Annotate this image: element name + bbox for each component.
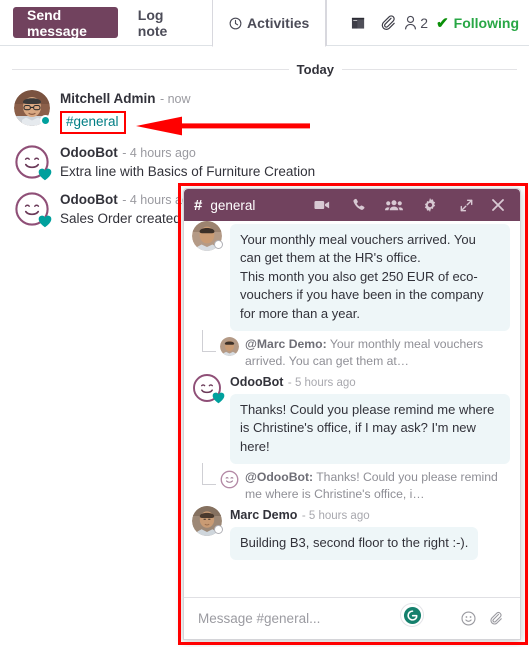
emoji-smiley-icon[interactable]: [454, 611, 482, 626]
check-icon: ✔: [436, 15, 449, 32]
settings-gear-icon[interactable]: [412, 189, 448, 221]
message-bubble: Your monthly meal vouchers arrived. You …: [230, 224, 510, 332]
followers-count[interactable]: 2: [403, 15, 428, 31]
quote-connector: [196, 330, 220, 370]
chat-message: Your monthly meal vouchers arrived. You …: [192, 221, 510, 333]
followers-count-label: 2: [420, 15, 429, 31]
video-camera-icon[interactable]: [304, 189, 340, 221]
message-header: OdooBot - 5 hours ago: [230, 373, 510, 391]
quote-text: @OdooBot: Thanks! Could you please remin…: [245, 469, 510, 503]
message-time: - 5 hours ago: [301, 509, 370, 522]
expand-icon[interactable]: [448, 189, 484, 221]
heart-badge-icon: [212, 392, 225, 404]
close-icon[interactable]: [484, 189, 512, 221]
paperclip-icon[interactable]: [482, 611, 510, 627]
message-composer: [184, 597, 520, 639]
quote-connector: [196, 463, 220, 503]
away-status-dot: [214, 524, 223, 534]
avatar-odoobot-small: [220, 470, 239, 489]
send-message-button[interactable]: Send message: [13, 6, 118, 39]
heart-badge-icon: [38, 215, 52, 228]
separator-label: Today: [296, 62, 334, 77]
away-status-dot: [214, 240, 223, 249]
message-author: OdooBot: [230, 374, 284, 389]
message-content: Extra line with Basics of Furniture Crea…: [60, 164, 316, 180]
quote-author: @Marc Demo:: [245, 337, 327, 352]
message-author: Marc Demo: [230, 507, 298, 522]
chat-window-title: general: [210, 197, 256, 213]
attachment-icon[interactable]: [373, 14, 403, 32]
quote-text: @Marc Demo: Your monthly meal vouchers a…: [245, 336, 510, 370]
message-body: OdooBot - 4 hours ago Extra line with Ba…: [60, 144, 517, 181]
chatter-actions: 2 ✔ Following: [326, 0, 529, 46]
avatar[interactable]: [14, 144, 52, 181]
message-header: Mitchell Admin - now: [60, 90, 517, 108]
reply-quote: @OdooBot: Thanks! Could you please remin…: [192, 463, 510, 503]
log-note-label: Log note: [137, 7, 168, 39]
message-author: OdooBot: [60, 192, 118, 208]
message-body: OdooBot - 5 hours ago Thanks! Could you …: [230, 373, 510, 465]
chatter-message: OdooBot - 4 hours ago Extra line with Ba…: [0, 140, 529, 187]
phone-icon[interactable]: [340, 189, 376, 221]
reply-quote: @Marc Demo: Your monthly meal vouchers a…: [192, 330, 510, 370]
chat-message-list[interactable]: Your monthly meal vouchers arrived. You …: [184, 221, 520, 597]
avatar-photo-marc-small: [220, 337, 239, 357]
message-body: Marc Demo - 5 hours ago Building B3, sec…: [230, 506, 510, 561]
chat-window-header[interactable]: # general: [184, 189, 520, 221]
chat-window-header-actions: [304, 189, 512, 221]
message-time: - 5 hours ago: [287, 376, 356, 389]
chatter-toolbar: Send message Log note Activities 2 ✔ Fol…: [0, 0, 529, 47]
following-label: Following: [453, 15, 519, 31]
separator-line-left: [12, 69, 289, 70]
chat-message: Marc Demo - 5 hours ago Building B3, sec…: [192, 503, 510, 562]
log-note-button[interactable]: Log note: [124, 0, 198, 46]
message-author: OdooBot: [60, 145, 118, 161]
avatar[interactable]: [14, 191, 52, 228]
hash-icon: #: [194, 196, 203, 214]
following-button[interactable]: ✔ Following: [436, 14, 519, 32]
book-icon[interactable]: [343, 16, 373, 31]
avatar[interactable]: [192, 373, 225, 404]
message-bubble: Thanks! Could you please remind me where…: [230, 393, 510, 465]
chat-window-general: # general Your monthly meal vouchers arr…: [183, 188, 521, 640]
grammarly-icon[interactable]: [400, 603, 424, 627]
message-bubble: Building B3, second floor to the right :…: [230, 526, 479, 561]
user-icon: [403, 15, 418, 31]
app-root: Send message Log note Activities 2 ✔ Fol…: [0, 0, 529, 647]
annotation-arrow: [134, 115, 310, 137]
chat-message: OdooBot - 5 hours ago Thanks! Could you …: [192, 370, 510, 466]
send-message-label: Send message: [27, 6, 87, 39]
avatar[interactable]: [14, 90, 51, 126]
quote-author: @OdooBot:: [245, 470, 314, 485]
avatar[interactable]: [192, 221, 223, 251]
separator-line-right: [342, 69, 517, 70]
message-date: - now: [159, 92, 191, 106]
avatar[interactable]: [192, 505, 223, 536]
clock-icon: [229, 17, 242, 30]
online-status-dot: [40, 115, 51, 126]
message-date: - 4 hours ago: [122, 146, 196, 161]
message-author: Mitchell Admin: [60, 91, 156, 106]
channel-link-general[interactable]: #general: [66, 114, 119, 129]
activities-button[interactable]: Activities: [212, 0, 327, 47]
message-header: Marc Demo - 5 hours ago: [230, 506, 510, 524]
message-header: OdooBot - 4 hours ago: [60, 144, 517, 162]
date-separator: Today: [0, 62, 529, 77]
members-icon[interactable]: [376, 189, 412, 221]
highlight-box-general: #general: [60, 111, 126, 135]
heart-badge-icon: [38, 168, 52, 181]
message-body: Your monthly meal vouchers arrived. You …: [230, 221, 510, 332]
activities-label: Activities: [247, 15, 310, 31]
